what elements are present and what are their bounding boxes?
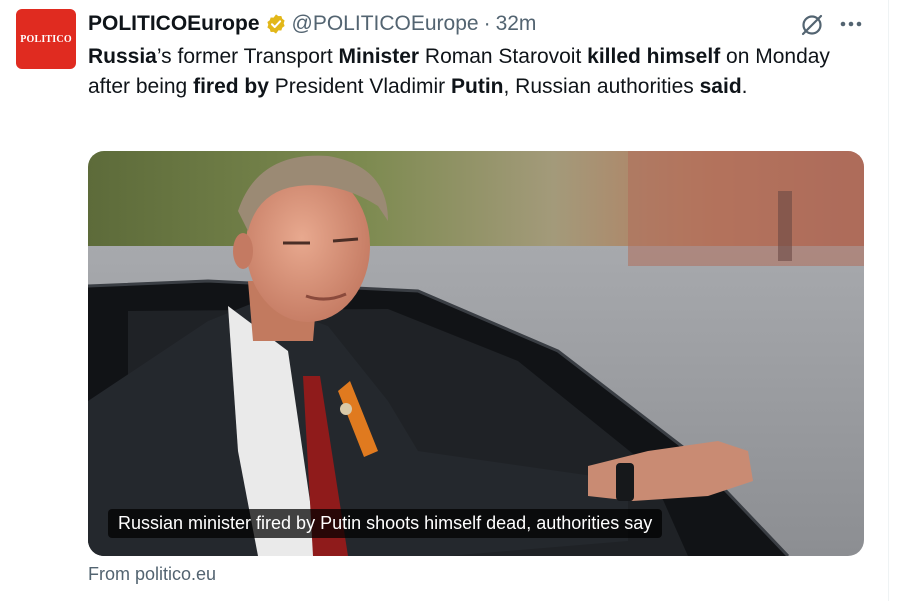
tweet: POLITICO POLITICOEurope @POLITICOEurope … xyxy=(0,0,898,601)
avatar-logo-text: POLITICO xyxy=(20,33,72,45)
link-source[interactable]: From politico.eu xyxy=(88,564,216,585)
card-image xyxy=(88,151,864,556)
tweet-text-bold-segment: Minister xyxy=(338,45,420,68)
verified-badge-icon[interactable] xyxy=(265,13,287,35)
more-icon[interactable] xyxy=(838,14,864,34)
tweet-text-bold-segment: Russia xyxy=(88,45,157,68)
tweet-header: POLITICOEurope @POLITICOEurope · 32m xyxy=(88,10,536,38)
tweet-text-segment: President Vladimir xyxy=(268,75,452,98)
tweet-text-bold-segment: fired by xyxy=(193,75,269,98)
card-caption: Russian minister fired by Putin shoots h… xyxy=(108,509,663,538)
timestamp[interactable]: 32m xyxy=(496,12,537,36)
tweet-text-segment: . xyxy=(741,75,748,98)
link-card[interactable]: Russian minister fired by Putin shoots h… xyxy=(88,151,864,556)
separator-dot: · xyxy=(483,12,491,35)
tweet-text-segment: ’s former Transport xyxy=(156,45,339,68)
tweet-text-segment: Roman Starovoit xyxy=(419,45,588,68)
tweet-text-bold-segment: killed himself xyxy=(587,45,721,68)
column-divider xyxy=(888,0,889,601)
grok-icon[interactable] xyxy=(799,12,825,38)
tweet-text: Russia’s former Transport Minister Roman… xyxy=(88,42,858,102)
tweet-text-bold-segment: said xyxy=(699,75,742,98)
avatar[interactable]: POLITICO xyxy=(16,9,76,69)
handle[interactable]: @POLITICOEurope xyxy=(292,12,479,36)
display-name[interactable]: POLITICOEurope xyxy=(88,12,260,36)
tweet-text-segment: , Russian authorities xyxy=(503,75,700,98)
tweet-text-bold-segment: Putin xyxy=(451,75,504,98)
